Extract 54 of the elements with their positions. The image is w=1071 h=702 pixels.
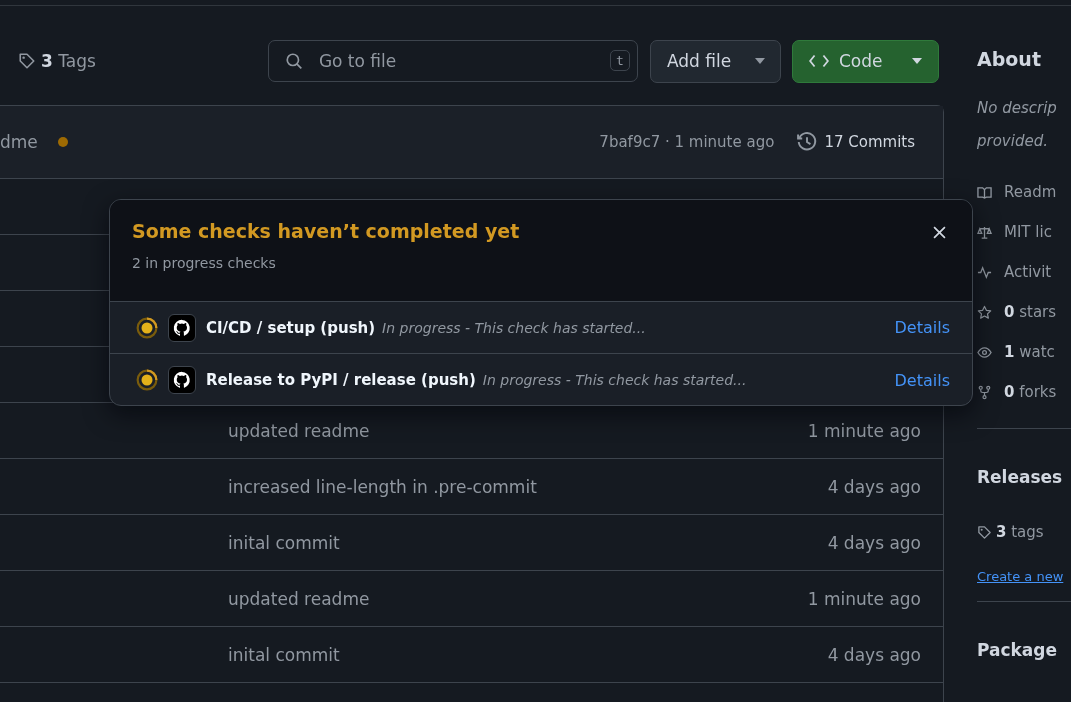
add-file-button[interactable]: Add file bbox=[649, 39, 781, 83]
description-text: No descrip bbox=[977, 98, 1058, 119]
caret-icon bbox=[911, 58, 922, 64]
commit-hash-time[interactable]: 7baf9c7 · 1 minute ago bbox=[599, 133, 775, 151]
commit-message[interactable]: updated readme bbox=[228, 588, 370, 609]
caret-icon bbox=[754, 58, 765, 64]
tags-link[interactable]: 3 Tags bbox=[18, 51, 96, 71]
commit-message[interactable]: inital commit bbox=[228, 532, 340, 553]
commit-time: 4 days ago bbox=[827, 644, 921, 665]
tag-icon bbox=[977, 524, 992, 540]
commit-message[interactable]: increased line-length in .pre-commit bbox=[228, 476, 537, 497]
commit-message[interactable]: dme bbox=[0, 132, 38, 152]
details-link[interactable]: Details bbox=[894, 318, 950, 337]
code-icon bbox=[808, 54, 829, 68]
section-title: Releases bbox=[977, 467, 1064, 487]
stat-link[interactable]: 0 forks bbox=[1004, 383, 1057, 401]
commit-time: 4 days ago bbox=[827, 532, 921, 553]
commit-time: 1 minute ago bbox=[807, 420, 921, 441]
popup-subtitle: 2 in progress checks bbox=[132, 255, 277, 271]
tag-icon bbox=[18, 52, 36, 70]
app-logo-icon bbox=[168, 313, 196, 342]
section-title: About bbox=[977, 48, 1042, 70]
stat-link[interactable]: Activit bbox=[1004, 263, 1052, 281]
code-button[interactable]: Code bbox=[791, 39, 939, 83]
create-release-link[interactable]: Create a new bbox=[977, 569, 1064, 584]
details-link[interactable]: Details bbox=[894, 370, 950, 390]
history-icon bbox=[796, 131, 819, 153]
stat-link[interactable]: MIT lic bbox=[1004, 223, 1052, 241]
check-description: In progress - This check has started... bbox=[482, 372, 747, 388]
stat-link[interactable]: Readm bbox=[1004, 183, 1057, 201]
check-name: Release to PyPI / release (push) bbox=[206, 371, 476, 389]
search-icon bbox=[284, 52, 303, 70]
section-title: Package bbox=[977, 640, 1059, 660]
check-name: CI/CD / setup (push) bbox=[206, 318, 376, 337]
star-icon bbox=[977, 304, 992, 320]
stat-link[interactable]: 1 watc bbox=[1004, 343, 1055, 361]
stat-link[interactable]: 0 stars bbox=[1004, 303, 1057, 321]
popup-title: Some checks haven’t completed yet bbox=[132, 220, 520, 242]
commit-message[interactable]: updated readme bbox=[228, 420, 370, 441]
tags-link[interactable]: 3 tags bbox=[996, 523, 1044, 541]
commits-link[interactable]: 17 Commits bbox=[796, 131, 915, 153]
description-text: provided. bbox=[977, 131, 1049, 152]
commit-message[interactable]: inital commit bbox=[228, 644, 340, 665]
close-icon bbox=[933, 226, 946, 239]
commit-time: 4 days ago bbox=[827, 476, 921, 497]
book-icon bbox=[977, 184, 992, 200]
eye-icon bbox=[977, 344, 992, 360]
fork-icon bbox=[977, 384, 992, 400]
check-description: In progress - This check has started... bbox=[382, 319, 646, 336]
scale-icon bbox=[977, 224, 992, 240]
commit-time: 1 minute ago bbox=[807, 588, 921, 609]
shortcut-key: t bbox=[610, 50, 630, 71]
app-logo-icon bbox=[168, 366, 196, 394]
pulse-icon bbox=[977, 264, 992, 280]
